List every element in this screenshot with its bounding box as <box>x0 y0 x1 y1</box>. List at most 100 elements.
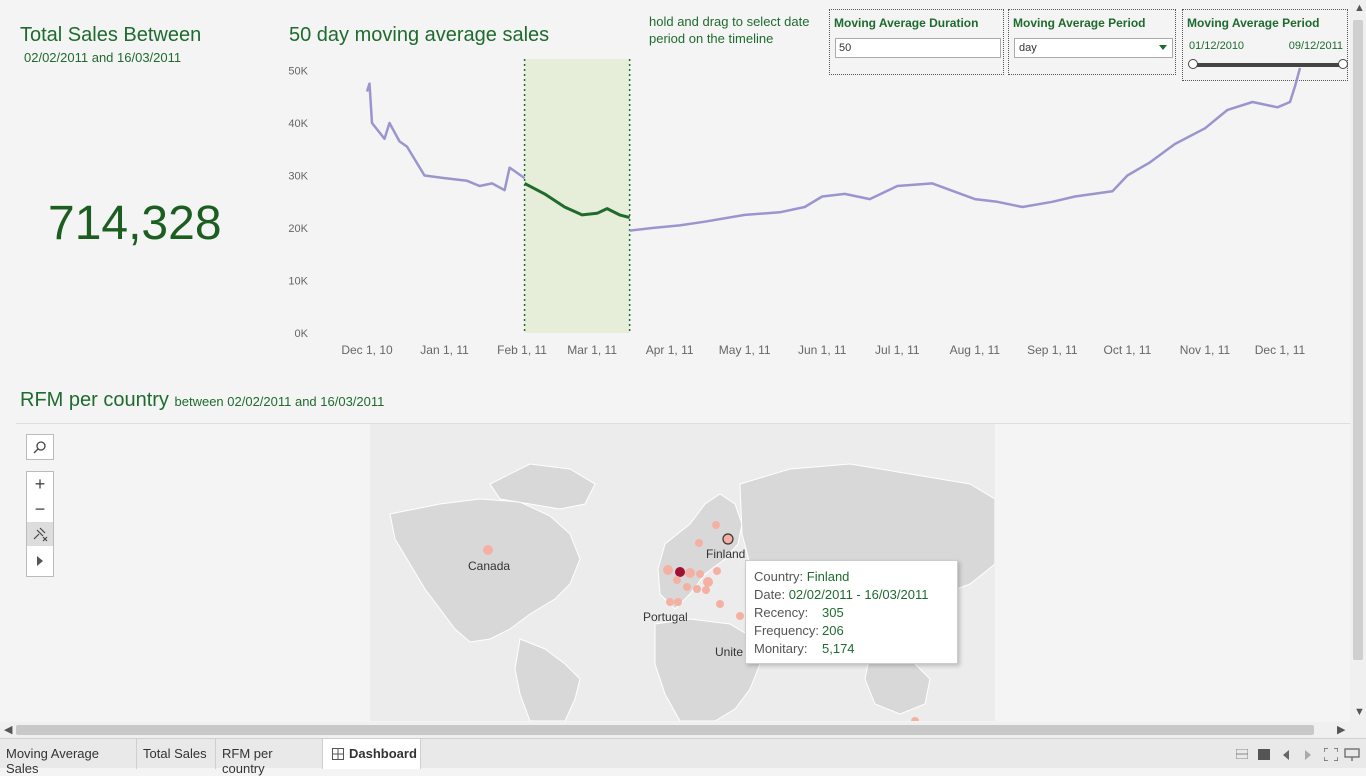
filmstrip-view-icon[interactable] <box>1236 749 1248 759</box>
period-filter-title: Moving Average Period <box>1013 16 1146 30</box>
tab-dashboard-label: Dashboard <box>349 746 417 761</box>
rfm-title-text: RFM per country <box>20 389 169 411</box>
x-tick-label: Dec 1, 11 <box>1255 343 1306 357</box>
y-tick-label: 30K <box>288 171 308 183</box>
vertical-scroll-thumb[interactable] <box>1353 20 1363 660</box>
rfm-title: RFM per country between 02/02/2011 and 1… <box>20 389 384 412</box>
canada-label: Canada <box>468 559 511 573</box>
country-marker[interactable] <box>693 585 701 593</box>
tooltip-label: Country: <box>754 569 804 584</box>
country-marker[interactable] <box>695 539 703 547</box>
finland-marker[interactable] <box>722 533 734 545</box>
country-marker[interactable] <box>663 565 673 575</box>
x-tick-label: Feb 1, 11 <box>497 343 547 357</box>
series-line <box>365 82 526 192</box>
unpin-map-icon[interactable] <box>27 521 53 547</box>
kpi-title: Total Sales Between <box>20 24 202 46</box>
y-tick-label: 20K <box>288 223 308 235</box>
portugal-label: Portugal <box>643 610 688 624</box>
country-marker[interactable] <box>736 612 744 620</box>
country-marker[interactable] <box>674 598 682 606</box>
previous-sheet-icon[interactable] <box>1282 750 1290 760</box>
country-marker[interactable] <box>673 576 681 584</box>
x-tick-label: Oct 1, 11 <box>1104 343 1152 357</box>
tooltip-value: 02/02/2011 - 16/03/2011 <box>788 587 929 602</box>
moving-average-chart[interactable]: 0K 10K 20K 30K 40K 50K Dec 1, 10 Jan 1, 11 Feb 1… <box>280 55 1340 365</box>
map-toolbar: + − <box>26 471 54 577</box>
x-tick-label: Dec 1, 10 <box>341 343 393 357</box>
scroll-down-icon[interactable]: ▼ <box>1354 706 1365 718</box>
next-sheet-icon[interactable] <box>1304 750 1312 760</box>
x-tick-label: Sep 1, 11 <box>1027 343 1078 357</box>
tab-rfm-per-country[interactable]: RFM per country <box>216 739 323 776</box>
duration-filter-title: Moving Average Duration <box>834 16 979 30</box>
y-tick-label: 40K <box>288 118 308 130</box>
tooltip-value: 5,174 <box>822 641 855 656</box>
country-marker[interactable] <box>685 568 695 578</box>
tooltip-country-row: Country: Finland <box>754 568 949 586</box>
fullscreen-icon[interactable] <box>1324 748 1338 761</box>
country-marker[interactable] <box>683 583 691 591</box>
tooltip-monitary-row: Monitary: 5,174 <box>754 640 949 658</box>
search-icon <box>33 441 46 454</box>
tab-total-sales[interactable]: Total Sales <box>137 739 216 769</box>
x-tick-label: Jul 1, 11 <box>875 343 920 357</box>
drag-hint: hold and drag to select date period on t… <box>649 14 810 46</box>
tab-view-icon[interactable] <box>1258 749 1270 760</box>
y-tick-label: 10K <box>288 276 308 288</box>
south-america-shape <box>514 638 581 721</box>
tooltip-date-row: Date: 02/02/2011 - 16/03/2011 <box>754 586 949 604</box>
vertical-scrollbar[interactable]: ▲ ▼ <box>1350 0 1366 722</box>
map-search-button[interactable] <box>26 434 54 460</box>
range-from-date: 01/12/2010 <box>1189 40 1245 52</box>
scroll-right-icon[interactable]: ▶ <box>1337 723 1345 736</box>
y-tick-label: 0K <box>295 328 309 340</box>
x-tick-label: Jun 1, 11 <box>798 343 847 357</box>
tooltip-value: Finland <box>806 569 850 584</box>
tooltip-label: Recency: <box>754 605 809 620</box>
country-marker[interactable] <box>911 717 919 721</box>
scroll-up-icon[interactable]: ▲ <box>1354 2 1365 14</box>
x-tick-label: Jan 1, 11 <box>420 343 469 357</box>
horizontal-scrollbar[interactable]: ◀ ▶ <box>0 722 1366 738</box>
sheet-tab-bar: Moving Average Sales Total Sales RFM per… <box>0 738 1366 776</box>
country-marker[interactable] <box>702 586 710 594</box>
x-tick-label: May 1, 11 <box>719 343 771 357</box>
country-marker[interactable] <box>713 567 721 575</box>
tab-moving-average-sales[interactable]: Moving Average Sales <box>0 739 137 776</box>
zoom-out-icon[interactable]: − <box>35 497 46 522</box>
tooltip-label: Frequency: <box>754 623 820 638</box>
presentation-mode-icon[interactable] <box>1344 748 1360 761</box>
rfm-subtitle: between 02/02/2011 and 16/03/2011 <box>174 394 385 409</box>
y-tick-label: 50K <box>288 66 308 78</box>
horizontal-scroll-thumb[interactable] <box>16 725 1314 735</box>
expand-toolbar-icon[interactable] <box>36 546 44 576</box>
period-dropdown-value: day <box>1019 42 1037 54</box>
x-tick-label: Nov 1, 11 <box>1180 343 1231 357</box>
scroll-left-icon[interactable]: ◀ <box>4 723 12 736</box>
country-marker[interactable] <box>696 570 704 578</box>
range-to-date: 09/12/2011 <box>1288 40 1343 52</box>
country-marker[interactable] <box>716 600 724 608</box>
united-label: Unite <box>715 645 744 659</box>
kpi-date-range: 02/02/2011 and 16/03/2011 <box>24 50 182 65</box>
tooltip-recency-row: Recency: 305 <box>754 604 949 622</box>
country-marker[interactable] <box>712 521 720 529</box>
selection-band <box>524 59 630 333</box>
chevron-down-icon <box>1159 45 1167 50</box>
zoom-in-icon[interactable]: + <box>35 472 46 497</box>
series-line <box>629 67 1302 232</box>
country-marker[interactable] <box>666 598 674 606</box>
canada-marker[interactable] <box>483 545 493 555</box>
tooltip-frequency-row: Frequency: 206 <box>754 622 949 640</box>
tooltip-value: 305 <box>822 605 844 620</box>
total-sales-value: 714,328 <box>48 197 222 250</box>
uk-marker[interactable] <box>675 567 685 577</box>
tooltip-label: Date: <box>754 587 786 602</box>
country-marker[interactable] <box>703 577 713 587</box>
finland-label: Finland <box>706 547 746 561</box>
country-tooltip: Country: Finland Date: 02/02/2011 - 16/0… <box>745 560 958 664</box>
dashboard-grid-icon <box>332 748 344 760</box>
x-tick-label: Aug 1, 11 <box>950 343 1001 357</box>
tab-dashboard[interactable]: Dashboard <box>323 739 421 769</box>
